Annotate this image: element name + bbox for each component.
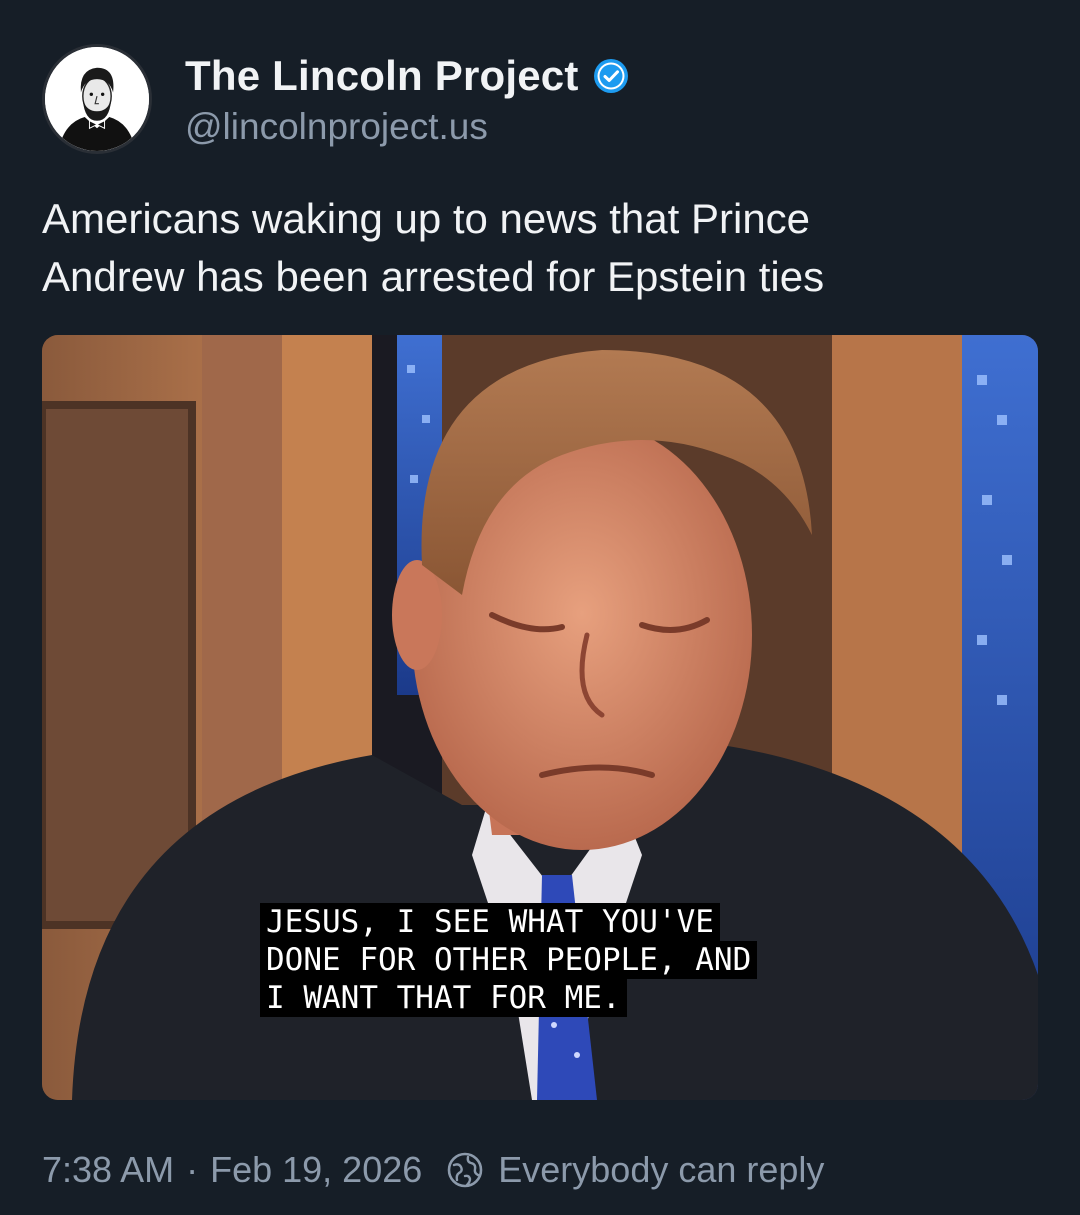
globe-icon <box>447 1152 483 1188</box>
post-footer: 7:38 AM · Feb 19, 2026 Everybody can rep… <box>42 1144 824 1196</box>
image-caption: JESUS, I SEE WHAT YOU'VE DONE FOR OTHER … <box>260 903 758 1017</box>
author-name-row[interactable]: The Lincoln Project <box>185 50 629 102</box>
post-text: Americans waking up to news that Prince … <box>42 190 1042 306</box>
post-text-line: Americans waking up to news that Prince <box>42 195 811 242</box>
post: The Lincoln Project @lincolnproject.us A… <box>0 0 1080 1215</box>
lincoln-portrait-icon <box>45 47 149 151</box>
post-time[interactable]: 7:38 AM <box>42 1149 174 1191</box>
avatar[interactable] <box>42 44 152 154</box>
author-handle[interactable]: @lincolnproject.us <box>185 106 488 148</box>
post-text-line: Andrew has been arrested for Epstein tie… <box>42 253 825 300</box>
caption-line: JESUS, I SEE WHAT YOU'VE <box>260 903 757 941</box>
separator: · <box>186 1149 199 1190</box>
post-date[interactable]: Feb 19, 2026 <box>210 1149 422 1191</box>
reply-setting[interactable]: Everybody can reply <box>498 1149 824 1191</box>
caption-line: DONE FOR OTHER PEOPLE, AND <box>260 941 758 979</box>
post-image[interactable]: JESUS, I SEE WHAT YOU'VE DONE FOR OTHER … <box>42 335 1038 1100</box>
display-name[interactable]: The Lincoln Project <box>185 52 579 100</box>
caption-line: I WANT THAT FOR ME. <box>260 979 757 1017</box>
verified-badge-icon <box>593 59 628 93</box>
